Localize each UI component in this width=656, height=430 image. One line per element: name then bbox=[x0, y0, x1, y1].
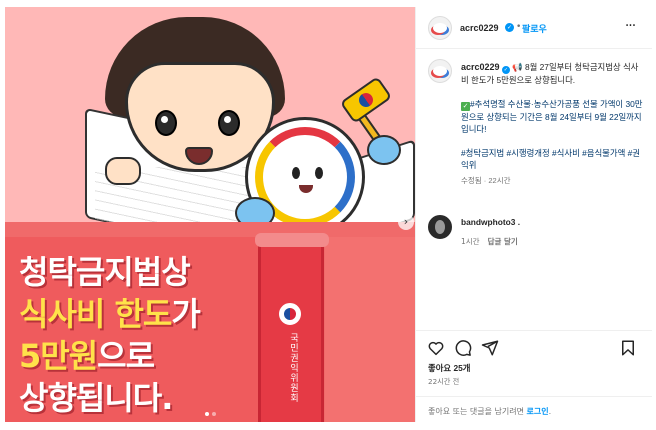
login-link[interactable]: 로그인 bbox=[527, 407, 549, 416]
verified-icon: ✓ bbox=[501, 66, 510, 74]
post-timestamp: 22시간 전 bbox=[428, 377, 460, 386]
character-hand bbox=[105, 157, 141, 185]
check-mark-icon: ✓ bbox=[461, 102, 470, 111]
character-eye-right bbox=[218, 110, 240, 136]
more-options-icon[interactable]: ··· bbox=[621, 19, 639, 37]
caption-paragraph-1: acrc0229 ✓ 📢 8월 27일부터 청탁금지법상 식사비 한도가 5만원… bbox=[461, 61, 646, 86]
login-prompt-suffix: . bbox=[548, 407, 552, 416]
caption-paragraph-2: ✓ #추석명절 수산물·농수산가공품 선물 가액이 30만원으로 상향되는 기간은… bbox=[461, 98, 646, 135]
comment-time: 1시간 bbox=[461, 237, 480, 246]
caption-username[interactable]: acrc0229 bbox=[461, 62, 500, 72]
book-cover-right bbox=[325, 237, 415, 422]
carousel-dot bbox=[212, 412, 216, 416]
carousel-next-button[interactable]: › bbox=[398, 214, 414, 230]
post-image: 국민권익위원회 청탁금지법상 식사비 한도가 5만원으로 상향됩니다. › bbox=[5, 7, 415, 422]
headline-text: 으로 bbox=[97, 337, 155, 375]
headline-highlight: 5만원 bbox=[19, 337, 98, 375]
government-emblem-icon bbox=[279, 303, 301, 325]
reply-button[interactable]: 답글 달기 bbox=[488, 237, 518, 246]
caption-meta: 수정됨 · 22시간 bbox=[461, 176, 511, 185]
mascot-eye-left bbox=[292, 167, 300, 179]
headline-line-2: 식사비 한도가 bbox=[19, 293, 259, 335]
headline-line-3: 5만원으로 bbox=[19, 335, 259, 377]
header-username[interactable]: acrc0229 bbox=[460, 23, 499, 33]
post-side-panel: acrc0229 ✓ • 팔로우 ··· acrc0229 ✓ 📢 8월 27일… bbox=[415, 7, 652, 422]
login-prompt: 좋아요 또는 댓글을 남기려면 로그인. bbox=[416, 396, 652, 422]
likes-count[interactable]: 좋아요 25개 bbox=[428, 362, 470, 374]
carousel-dot bbox=[205, 412, 209, 416]
action-bar bbox=[416, 330, 652, 366]
share-icon[interactable] bbox=[481, 339, 499, 357]
character-eye-left bbox=[155, 110, 177, 136]
headline-line-1: 청탁금지법상 bbox=[19, 253, 191, 291]
carousel-indicator bbox=[205, 412, 216, 416]
avatar[interactable] bbox=[428, 16, 452, 40]
headline-line-4: 상향됩니다. bbox=[19, 379, 173, 417]
mascot-eye-right bbox=[315, 167, 323, 179]
comment-item: bandwphoto3 . 1시간 답글 달기 bbox=[428, 215, 644, 255]
headline-text: 가 bbox=[171, 295, 200, 333]
login-prompt-text: 좋아요 또는 댓글을 남기려면 로그인. bbox=[428, 406, 551, 417]
comment-meta: 1시간 답글 달기 bbox=[461, 236, 518, 247]
headline-highlight: 식사비 한도 bbox=[19, 295, 172, 333]
heart-icon[interactable] bbox=[427, 339, 445, 357]
avatar[interactable] bbox=[428, 215, 452, 239]
image-headline: 청탁금지법상 식사비 한도가 5만원으로 상향됩니다. bbox=[19, 251, 259, 419]
comment-icon[interactable] bbox=[454, 339, 472, 357]
caption-hashtags[interactable]: #청탁금지법 #시행령개정 #식사비 #음식물가액 #권익위 bbox=[461, 147, 646, 171]
comment-username[interactable]: bandwphoto3 . bbox=[461, 217, 520, 227]
mascot-hand-right bbox=[367, 135, 401, 165]
login-prompt-label: 좋아요 또는 댓글을 남기려면 bbox=[428, 407, 527, 416]
bookmark-icon[interactable] bbox=[619, 339, 637, 357]
follow-button[interactable]: 팔로우 bbox=[522, 22, 547, 35]
spine-text: 국민권익위원회 bbox=[288, 333, 298, 403]
book-spine-top bbox=[255, 233, 329, 247]
post-header: acrc0229 ✓ • 팔로우 ··· bbox=[416, 7, 652, 49]
verified-icon: ✓ bbox=[505, 23, 514, 32]
separator: • bbox=[516, 22, 522, 32]
caption-text: #추석명절 수산물·농수산가공품 선물 가액이 30만원으로 상향되는 기간은 … bbox=[461, 99, 643, 134]
instagram-post: 국민권익위원회 청탁금지법상 식사비 한도가 5만원으로 상향됩니다. › ac… bbox=[0, 0, 656, 430]
avatar[interactable] bbox=[428, 59, 452, 83]
caption-body: acrc0229 ✓ 📢 8월 27일부터 청탁금지법상 식사비 한도가 5만원… bbox=[461, 61, 646, 187]
